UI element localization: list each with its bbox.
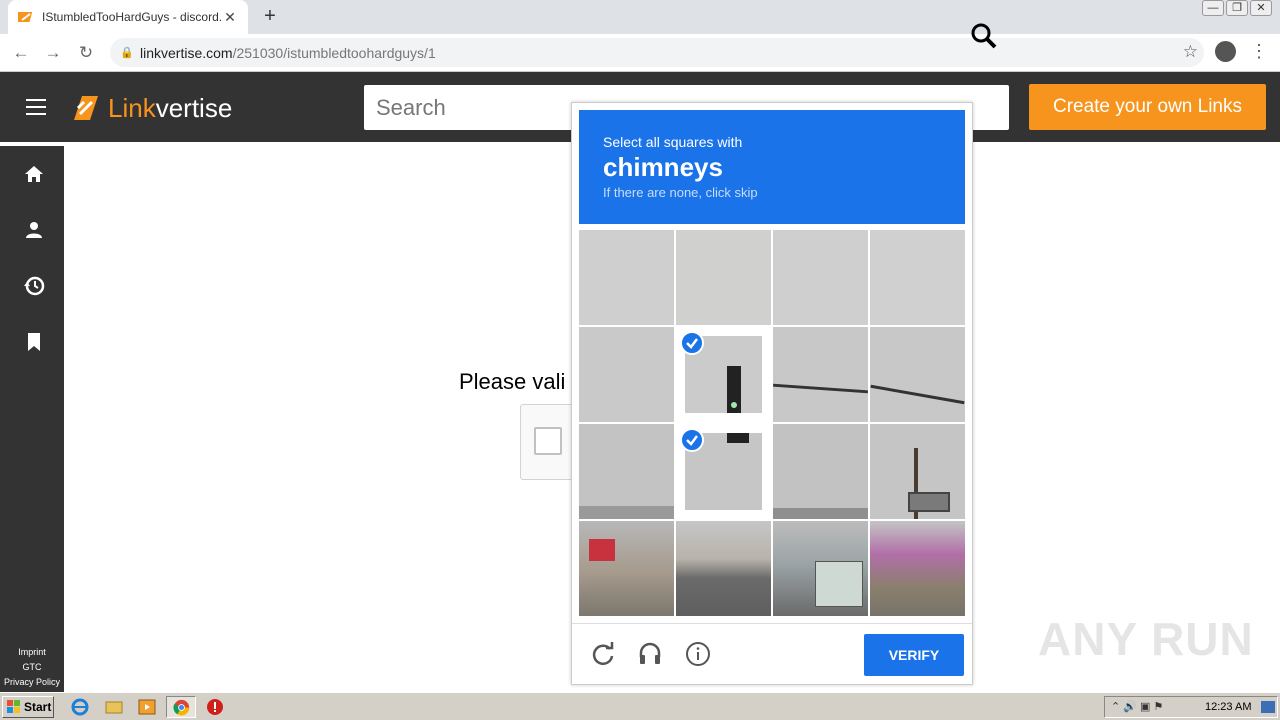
captcha-tile[interactable] [870, 521, 965, 616]
gtc-link[interactable]: GTC [0, 660, 64, 675]
captcha-tile[interactable] [579, 327, 674, 422]
create-links-button[interactable]: Create your own Links [1029, 84, 1266, 130]
system-tray: ⌃ 🔊 ▣ ⚑ 12:23 AM [1104, 696, 1278, 718]
imprint-link[interactable]: Imprint [0, 645, 64, 660]
anyrun-watermark: ANY RUN [1038, 613, 1254, 665]
captcha-grid [579, 230, 967, 618]
url-domain: linkvertise.com [140, 44, 233, 61]
captcha-skip-hint: If there are none, click skip [603, 185, 758, 200]
start-button[interactable]: Start [2, 696, 54, 718]
user-icon[interactable] [22, 218, 46, 242]
selected-check-icon [680, 428, 704, 452]
captcha-footer: VERIFY [572, 623, 972, 685]
linkvertise-favicon-icon [18, 12, 33, 22]
start-label: Start [24, 700, 52, 714]
clock: 12:23 AM [1205, 701, 1252, 713]
captcha-tile[interactable] [676, 230, 771, 325]
minimize-button[interactable]: — [1202, 0, 1224, 16]
recaptcha-checkbox[interactable] [534, 427, 562, 455]
close-window-button[interactable]: ✕ [1250, 0, 1272, 16]
tab-title: IStumbledTooHardGuys - discord.gg [42, 10, 222, 24]
windows-taskbar: Start ⌃ 🔊 ▣ ⚑ 12:23 AM [0, 692, 1280, 720]
window-controls: — ❐ ✕ [1202, 0, 1272, 16]
browser-toolbar: ← → ↻ 🔒 linkvertise.com/251030/istumbled… [0, 34, 1280, 72]
captcha-tile[interactable] [870, 230, 965, 325]
url-path: /251030/istumbledtoohardguys/1 [232, 44, 436, 61]
linkvertise-logo[interactable]: Linkvertise [70, 92, 232, 124]
taskbar-chrome-button[interactable] [166, 696, 196, 718]
captcha-tile[interactable] [773, 230, 868, 325]
logo-text: Linkvertise [108, 92, 233, 123]
home-icon[interactable] [22, 162, 46, 186]
captcha-object: chimneys [603, 152, 723, 182]
verify-button[interactable]: VERIFY [864, 634, 964, 676]
captcha-header: Select all squares with chimneys If ther… [579, 110, 965, 224]
stop-sign-icon[interactable] [205, 697, 225, 717]
address-bar[interactable]: 🔒 linkvertise.com/251030/istumbledtoohar… [110, 38, 1204, 67]
selected-check-icon [680, 331, 704, 355]
refresh-icon[interactable] [590, 641, 616, 667]
search-icon[interactable] [970, 22, 998, 50]
explorer-folder-icon[interactable] [104, 697, 124, 717]
history-icon[interactable] [22, 274, 46, 298]
windows-flag-icon [7, 700, 20, 713]
new-tab-button[interactable]: + [259, 5, 281, 27]
logo-mark-icon [74, 96, 98, 120]
hamburger-menu-icon[interactable] [26, 99, 46, 120]
captcha-tile[interactable] [773, 424, 868, 519]
browser-tab[interactable]: IStumbledTooHardGuys - discord.gg ✕ [8, 0, 248, 34]
browser-menu-icon[interactable]: ⋮ [1250, 40, 1268, 62]
media-player-icon[interactable] [137, 697, 157, 717]
tray-icons: ⌃ 🔊 ▣ ⚑ [1111, 701, 1164, 713]
browser-tab-strip: IStumbledTooHardGuys - discord.gg ✕ + — … [0, 0, 1280, 34]
restore-button[interactable]: ❐ [1226, 0, 1248, 16]
reload-icon[interactable]: ↻ [75, 42, 97, 64]
captcha-tile[interactable] [870, 424, 965, 519]
validate-text: Please vali [459, 369, 566, 394]
captcha-tile[interactable] [579, 424, 674, 519]
info-icon[interactable] [685, 641, 711, 667]
bookmark-star-icon[interactable]: ☆ [1183, 42, 1198, 62]
bookmark-icon[interactable] [22, 330, 46, 354]
chrome-icon [173, 699, 190, 716]
forward-arrow-icon[interactable]: → [42, 42, 64, 64]
show-desktop-icon[interactable] [1261, 701, 1275, 713]
captcha-tile[interactable] [773, 521, 868, 616]
lock-icon: 🔒 [120, 47, 134, 59]
sidebar-footer: Imprint GTC Privacy Policy [0, 645, 64, 690]
captcha-challenge: Select all squares with chimneys If ther… [571, 102, 973, 685]
captcha-tile[interactable] [579, 521, 674, 616]
audio-challenge-icon[interactable] [637, 641, 663, 667]
sidebar: Imprint GTC Privacy Policy [0, 146, 64, 692]
captcha-tile[interactable] [773, 327, 868, 422]
profile-avatar-icon[interactable] [1215, 41, 1236, 62]
back-arrow-icon[interactable]: ← [10, 42, 32, 64]
captcha-tile[interactable] [870, 327, 965, 422]
privacy-policy-link[interactable]: Privacy Policy [0, 675, 64, 690]
ie-icon[interactable] [70, 697, 90, 717]
captcha-tile[interactable] [676, 521, 771, 616]
tab-close-icon[interactable]: ✕ [222, 9, 238, 26]
captcha-instruction: Select all squares with [603, 134, 743, 150]
captcha-tile[interactable] [579, 230, 674, 325]
